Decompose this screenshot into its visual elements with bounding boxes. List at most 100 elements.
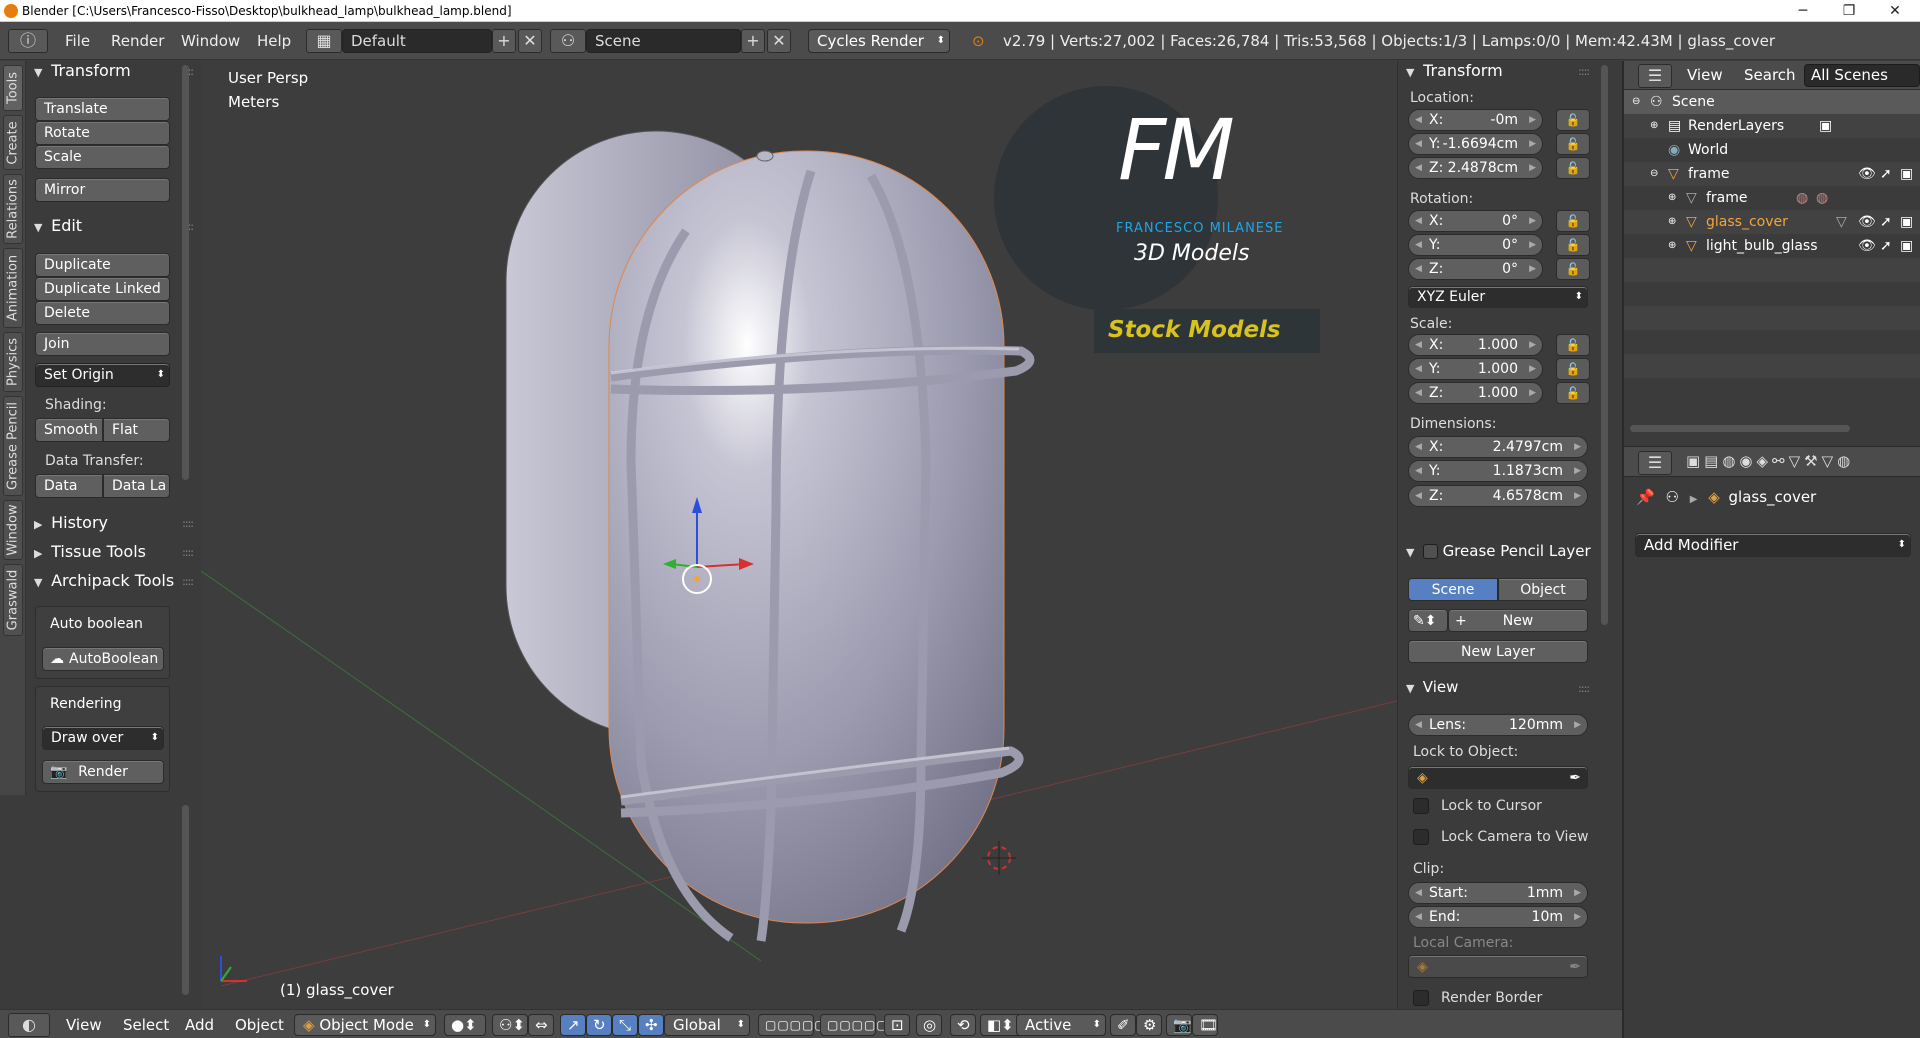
delete-button[interactable]: Delete (35, 301, 170, 325)
increment-arrow-icon[interactable]: ▶ (1574, 907, 1581, 927)
decrement-arrow-icon[interactable]: ◀ (1415, 907, 1422, 927)
manipulator-toggle-icon[interactable]: ⇔ (528, 1014, 554, 1036)
decrement-arrow-icon[interactable]: ◀ (1415, 110, 1422, 130)
increment-arrow-icon[interactable]: ▶ (1529, 359, 1536, 379)
outliner-row-frame-object[interactable]: ⊖ ▽ frame 👁 ➚ ▣ (1624, 162, 1920, 186)
join-button[interactable]: Join (35, 332, 170, 356)
rotate-button[interactable]: Rotate (35, 121, 170, 145)
snap-toggle-icon[interactable]: ⟲ (950, 1014, 976, 1036)
set-origin-dropdown[interactable]: Set Origin ⬍ (35, 363, 170, 387)
renderable-camera-icon[interactable]: ▣ (1900, 162, 1913, 186)
grease-pencil-layer-header[interactable]: ▼ Grease Pencil Layer (1406, 541, 1591, 560)
lock-location-x-icon[interactable]: 🔓 (1556, 109, 1590, 131)
grease-pencil-checkbox[interactable] (1422, 544, 1438, 559)
lock-layers-icon[interactable]: ⊡ (884, 1014, 910, 1036)
decrement-arrow-icon[interactable]: ◀ (1415, 486, 1422, 506)
increment-arrow-icon[interactable]: ▶ (1529, 158, 1536, 178)
opengl-render-animation-icon[interactable]: 🎞 (1192, 1014, 1218, 1036)
tab-relations[interactable]: Relations (3, 174, 23, 244)
gp-scene-button[interactable]: Scene (1408, 578, 1498, 601)
decrement-arrow-icon[interactable]: ◀ (1415, 359, 1422, 379)
layers-group-1[interactable]: ▢▢▢▢▢ (758, 1014, 826, 1036)
lock-location-y-icon[interactable]: 🔓 (1556, 133, 1590, 155)
renderable-camera-icon[interactable]: ▣ (1900, 210, 1913, 234)
rotation-x-field[interactable]: ◀ X: 0° ▶ (1408, 210, 1543, 232)
transform-manipulator-icon[interactable]: ✣ (638, 1014, 664, 1036)
npanel-scrollbar[interactable] (1601, 65, 1608, 625)
layers-group-2[interactable]: ▢▢▢▢▢ (820, 1014, 888, 1036)
lock-scale-z-icon[interactable]: 🔓 (1556, 382, 1590, 404)
lock-location-z-icon[interactable]: 🔓 (1556, 157, 1590, 179)
lock-rotation-y-icon[interactable]: 🔓 (1556, 234, 1590, 256)
visibility-eye-icon[interactable]: 👁 (1858, 162, 1876, 186)
sculpt-brush-icon[interactable]: ✐ (1110, 1014, 1136, 1036)
decrement-arrow-icon[interactable]: ◀ (1415, 158, 1422, 178)
viewport-editor-type-icon[interactable]: ◐ (8, 1013, 50, 1037)
outliner-row-glass-cover[interactable]: ⊕ ▽ glass_cover ▽ 👁 ➚ ▣ (1624, 210, 1920, 234)
renderable-camera-icon[interactable]: ▣ (1900, 234, 1913, 258)
editor-type-info-icon[interactable]: ⓘ (8, 29, 48, 53)
menu-add[interactable]: Add (185, 1015, 214, 1037)
add-modifier-dropdown[interactable]: Add Modifier ⬍ (1635, 533, 1911, 557)
rotation-y-field[interactable]: ◀ Y: 0° ▶ (1408, 234, 1543, 256)
npanel-view-header[interactable]: ▼ View (1406, 678, 1458, 696)
snap-target-dropdown[interactable]: Active ⬍ (1016, 1014, 1106, 1036)
outliner-view-menu[interactable]: View (1687, 66, 1723, 84)
maximize-button[interactable]: ❐ (1826, 0, 1872, 22)
clip-start-field[interactable]: ◀ Start: 1mm ▶ (1408, 882, 1588, 904)
increment-arrow-icon[interactable]: ▶ (1529, 235, 1536, 255)
properties-editor-type-icon[interactable]: ☰ (1638, 451, 1672, 475)
panel-transform-header[interactable]: ▼ Transform (34, 61, 131, 80)
gp-new-button[interactable]: + New (1448, 609, 1588, 632)
manipulator-settings-icon[interactable]: ⚙ (1136, 1014, 1162, 1036)
render-engine-dropdown[interactable]: Cycles Render ⬍ (808, 29, 950, 53)
menu-object[interactable]: Object (235, 1015, 284, 1037)
lens-field[interactable]: ◀ Lens: 120mm ▶ (1408, 714, 1588, 736)
new-layer-button[interactable]: New Layer (1408, 640, 1588, 663)
menu-help[interactable]: Help (257, 32, 291, 50)
lock-scale-y-icon[interactable]: 🔓 (1556, 358, 1590, 380)
tab-create[interactable]: Create (3, 115, 23, 170)
lock-rotation-x-icon[interactable]: 🔓 (1556, 210, 1590, 232)
decrement-arrow-icon[interactable]: ◀ (1415, 211, 1422, 231)
outliner-row-scene[interactable]: ⊖ ⚇ Scene (1624, 90, 1920, 114)
smooth-button[interactable]: Smooth (35, 418, 103, 442)
3d-cursor[interactable] (982, 841, 1016, 875)
increment-arrow-icon[interactable]: ▶ (1529, 383, 1536, 403)
close-button[interactable]: ✕ (1872, 0, 1918, 22)
scale-y-field[interactable]: ◀ Y: 1.000 ▶ (1408, 358, 1543, 380)
viewport-shading-dropdown[interactable]: ●⬍ (444, 1014, 486, 1036)
location-z-field[interactable]: ◀ Z: 2.4878cm ▶ (1408, 157, 1543, 179)
decrement-arrow-icon[interactable]: ◀ (1415, 461, 1422, 481)
menu-select[interactable]: Select (123, 1015, 169, 1037)
outliner-editor-type-icon[interactable]: ☰ (1638, 64, 1672, 88)
increment-arrow-icon[interactable]: ▶ (1574, 883, 1581, 903)
opengl-render-image-icon[interactable]: 📷 (1166, 1014, 1192, 1036)
data-button[interactable]: Data (35, 474, 103, 498)
panel-tissue-header[interactable]: ▶ Tissue Tools (34, 542, 146, 561)
increment-arrow-icon[interactable]: ▶ (1529, 134, 1536, 154)
scale-z-field[interactable]: ◀ Z: 1.000 ▶ (1408, 382, 1543, 404)
menu-view[interactable]: View (66, 1015, 102, 1037)
outliner-row-frame-mesh[interactable]: ⊕ ▽ frame ◍ ◍ (1624, 186, 1920, 210)
tab-animation[interactable]: Animation (3, 248, 23, 328)
expand-icon[interactable]: ⊕ (1668, 234, 1676, 258)
local-camera-field[interactable]: ◈ ✒ (1408, 955, 1588, 978)
scale-button[interactable]: Scale (35, 145, 170, 169)
render-border-checkbox[interactable] (1413, 990, 1429, 1006)
lock-object-field[interactable]: ◈ ✒ (1408, 766, 1588, 789)
display-mode-dropdown[interactable]: All Scenes (1804, 64, 1920, 87)
3d-viewport[interactable]: User Persp Meters (1) glass_cover FM FRA… (201, 61, 1397, 1009)
duplicate-linked-button[interactable]: Duplicate Linked (35, 277, 170, 301)
clip-end-field[interactable]: ◀ End: 10m ▶ (1408, 906, 1588, 928)
outliner-row-world[interactable]: ◉ World (1624, 138, 1920, 162)
dimension-x-field[interactable]: ◀ X: 2.4797cm ▶ (1408, 436, 1588, 458)
outliner-row-light-bulb-glass[interactable]: ⊕ ▽ light_bulb_glass 👁 ➚ ▣ (1624, 234, 1920, 258)
gp-object-button[interactable]: Object (1498, 578, 1588, 601)
tab-window[interactable]: Window (3, 500, 23, 560)
scene-field[interactable]: Scene (586, 29, 741, 53)
autoboolean-button[interactable]: ☁ AutoBoolean (42, 647, 164, 671)
menu-render[interactable]: Render (111, 32, 164, 50)
increment-arrow-icon[interactable]: ▶ (1574, 715, 1581, 735)
tab-physics[interactable]: Physics (3, 332, 23, 392)
